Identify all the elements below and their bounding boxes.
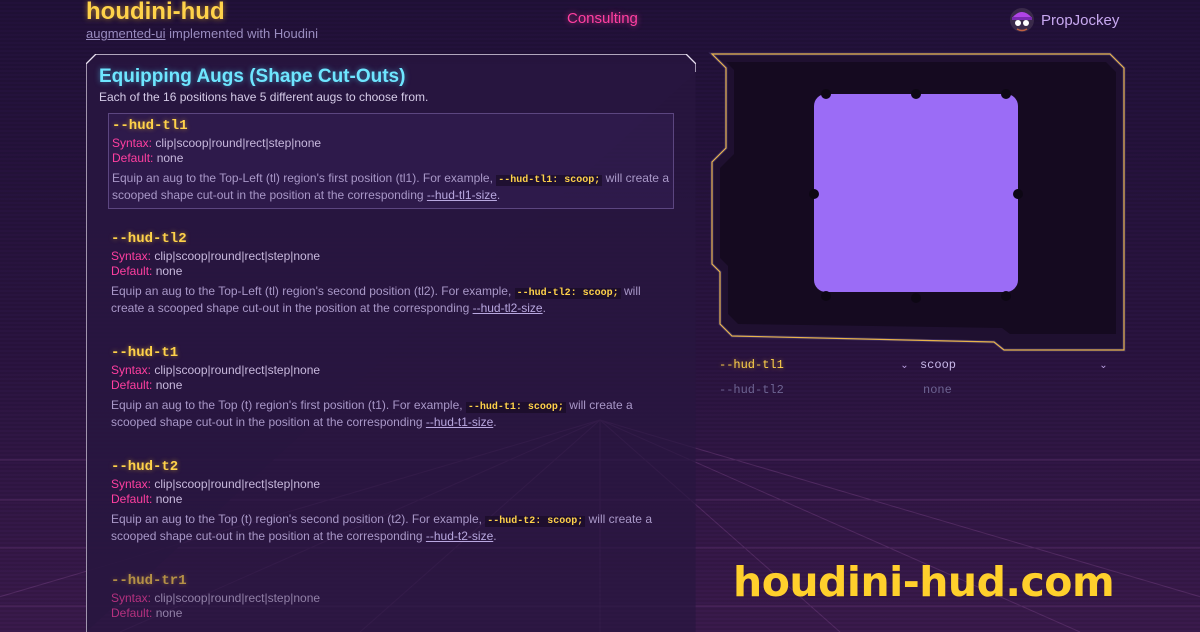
default-row: Default: none xyxy=(111,606,183,620)
control-row-hud-tl2[interactable]: --hud-tl2 none xyxy=(719,380,1119,400)
property-name: --hud-t1 xyxy=(111,345,179,361)
watermark-url: houdini-hud.com xyxy=(733,558,1115,606)
default-value: none xyxy=(156,151,184,165)
docs-panel: Equipping Augs (Shape Cut-Outs) Each of … xyxy=(86,54,696,632)
property-hud-tl1[interactable]: --hud-tl1 Syntax: clip|scoop|round|rect|… xyxy=(108,113,674,209)
hud-demo-preview xyxy=(706,52,1126,352)
section-description: Each of the 16 positions have 5 differen… xyxy=(99,90,429,104)
site-subtitle: augmented-ui implemented with Houdini xyxy=(86,26,318,41)
syntax-row: Syntax: clip|scoop|round|rect|step|none xyxy=(111,363,321,377)
control-value-select[interactable]: none xyxy=(923,383,1105,397)
property-name: --hud-t2 xyxy=(111,459,179,475)
syntax-value: clip|scoop|round|rect|step|none xyxy=(155,136,322,150)
default-value: none xyxy=(155,264,183,278)
syntax-row: Syntax: clip|scoop|round|rect|step|none xyxy=(112,136,322,150)
propjockey-link[interactable]: PropJockey xyxy=(1009,5,1119,35)
control-value-select[interactable]: scoop xyxy=(920,358,1099,372)
size-link[interactable]: --hud-t2-size xyxy=(426,529,493,543)
control-property-select[interactable]: --hud-tl1 xyxy=(719,358,900,372)
chevron-down-icon[interactable]: ⌄ xyxy=(1099,360,1119,371)
property-hud-t1[interactable]: --hud-t1 Syntax: clip|scoop|round|rect|s… xyxy=(111,343,677,430)
chevron-down-icon[interactable]: ⌄ xyxy=(900,360,920,371)
code-example: --hud-tl2: scoop; xyxy=(514,288,621,299)
propjockey-label: PropJockey xyxy=(1041,11,1120,29)
property-hud-tl2[interactable]: --hud-tl2 Syntax: clip|scoop|round|rect|… xyxy=(111,229,677,316)
property-name: --hud-tl2 xyxy=(111,231,187,247)
syntax-value: clip|scoop|round|rect|step|none xyxy=(154,591,321,605)
default-value: none xyxy=(155,606,183,620)
control-property-select[interactable]: --hud-tl2 xyxy=(719,383,903,397)
property-hud-tr1[interactable]: --hud-tr1 Syntax: clip|scoop|round|rect|… xyxy=(111,571,677,621)
size-link[interactable]: --hud-t1-size xyxy=(426,415,493,429)
property-name: --hud-tl1 xyxy=(112,118,188,134)
property-hud-t2[interactable]: --hud-t2 Syntax: clip|scoop|round|rect|s… xyxy=(111,457,677,544)
property-description: Equip an aug to the Top (t) region's fir… xyxy=(111,398,633,429)
propjockey-logo-icon xyxy=(1010,8,1034,32)
syntax-value: clip|scoop|round|rect|step|none xyxy=(154,477,321,491)
syntax-row: Syntax: clip|scoop|round|rect|step|none xyxy=(111,249,321,263)
size-link[interactable]: --hud-tl2-size xyxy=(473,301,543,315)
augmented-ui-link[interactable]: augmented-ui xyxy=(86,26,166,41)
subtitle-text: implemented with Houdini xyxy=(165,26,318,41)
default-row: Default: none xyxy=(112,151,184,165)
property-description: Equip an aug to the Top (t) region's sec… xyxy=(111,512,652,543)
syntax-row: Syntax: clip|scoop|round|rect|step|none xyxy=(111,477,321,491)
code-example: --hud-t2: scoop; xyxy=(485,516,586,527)
control-row-hud-tl1[interactable]: --hud-tl1 ⌄ scoop ⌄ xyxy=(719,355,1119,375)
code-example: --hud-tl1: scoop; xyxy=(496,175,603,186)
property-description: Equip an aug to the Top-Left (tl) region… xyxy=(112,171,669,202)
syntax-row: Syntax: clip|scoop|round|rect|step|none xyxy=(111,591,321,605)
site-title[interactable]: houdini-hud xyxy=(86,0,225,26)
size-link[interactable]: --hud-tl1-size xyxy=(427,188,497,202)
default-row: Default: none xyxy=(111,492,183,506)
consulting-link[interactable]: Consulting xyxy=(567,10,638,27)
property-description: Equip an aug to the Top-Left (tl) region… xyxy=(111,284,641,315)
default-value: none xyxy=(155,492,183,506)
default-value: none xyxy=(155,378,183,392)
hud-demo-canvas xyxy=(708,52,1126,352)
default-row: Default: none xyxy=(111,378,183,392)
property-name: --hud-tr1 xyxy=(111,573,187,589)
syntax-value: clip|scoop|round|rect|step|none xyxy=(154,249,321,263)
default-row: Default: none xyxy=(111,264,183,278)
syntax-value: clip|scoop|round|rect|step|none xyxy=(154,363,321,377)
section-title: Equipping Augs (Shape Cut-Outs) xyxy=(99,66,406,87)
code-example: --hud-t1: scoop; xyxy=(465,402,566,413)
